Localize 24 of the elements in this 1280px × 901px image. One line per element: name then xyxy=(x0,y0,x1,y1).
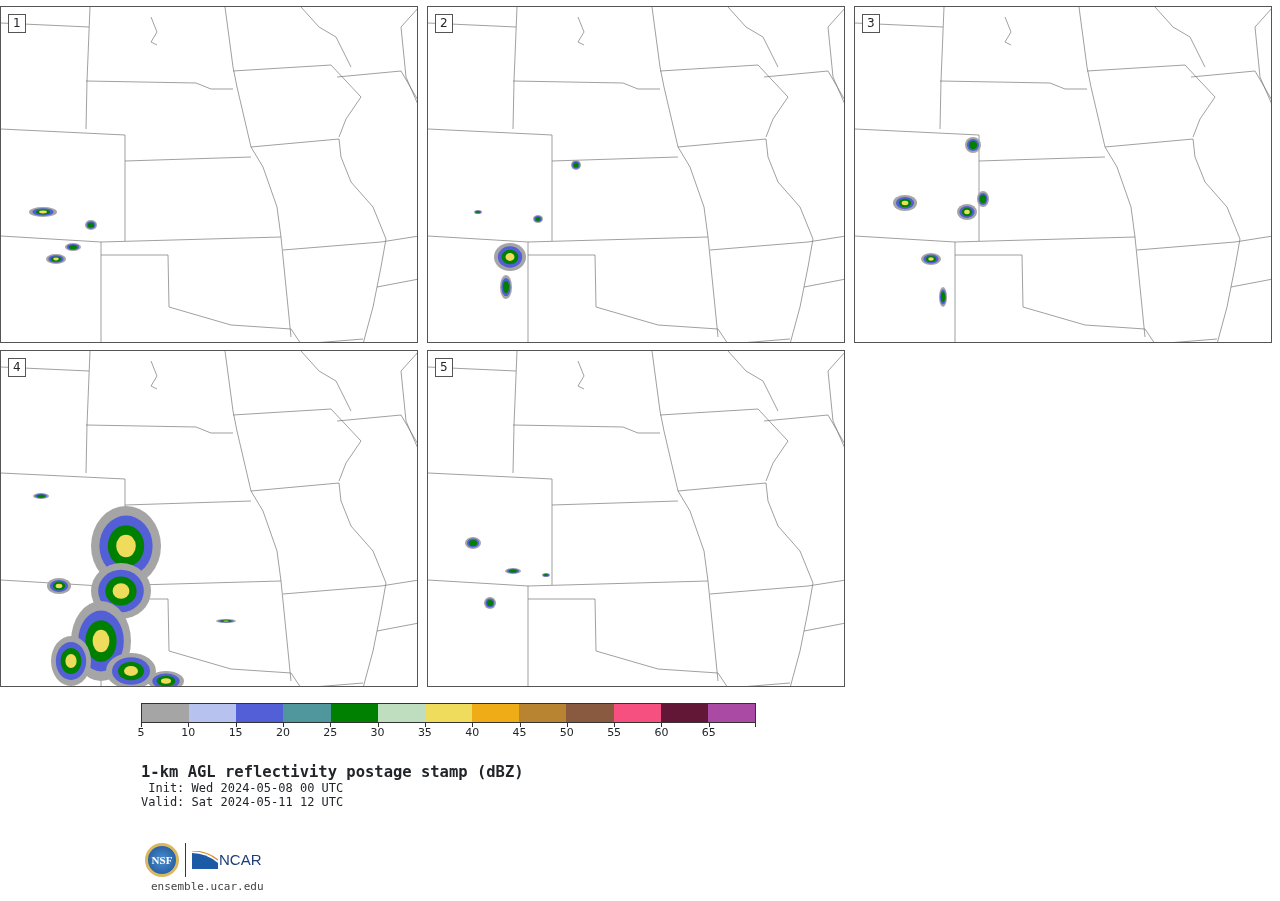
tick-label: 20 xyxy=(275,727,290,739)
nsf-logo: NSF xyxy=(145,843,179,877)
panel-number: 3 xyxy=(862,14,880,33)
panel-number: 1 xyxy=(8,14,26,33)
tick-label: 15 xyxy=(228,727,243,739)
tick-label: 30 xyxy=(370,727,385,739)
panel-number: 5 xyxy=(435,358,453,377)
tick-label: 45 xyxy=(512,727,527,739)
panel-number: 2 xyxy=(435,14,453,33)
chart-title: 1-km AGL reflectivity postage stamp (dBZ) xyxy=(141,764,525,781)
website-url: ensemble.ucar.edu xyxy=(151,879,265,895)
tick-label: 50 xyxy=(559,727,574,739)
tick-label: 5 xyxy=(137,727,145,739)
panel-number: 4 xyxy=(8,358,26,377)
tick-label: 35 xyxy=(417,727,432,739)
init-time: Init: Wed 2024-05-08 00 UTC xyxy=(147,781,345,795)
valid-time: Valid: Sat 2024-05-11 12 UTC xyxy=(141,795,345,809)
ncar-logo: NCAR xyxy=(192,848,262,872)
tick-label: 40 xyxy=(465,727,480,739)
tick-label: 60 xyxy=(654,727,669,739)
tick-label: 10 xyxy=(181,727,196,739)
tick-label: 25 xyxy=(323,727,338,739)
tick-label: 55 xyxy=(607,727,622,739)
tick-label: 65 xyxy=(701,727,716,739)
